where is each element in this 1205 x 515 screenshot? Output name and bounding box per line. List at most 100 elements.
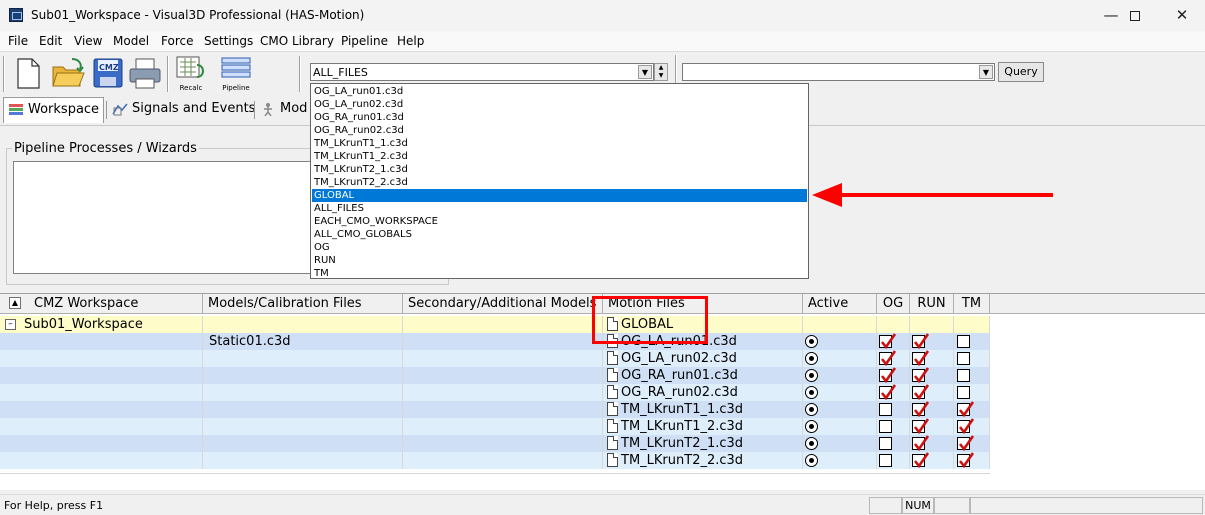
spin-up-icon[interactable]: ▲ [655, 64, 667, 72]
run-checkbox[interactable] [912, 435, 929, 451]
active-radio[interactable] [805, 454, 818, 467]
query-combo[interactable]: ▼ [682, 63, 995, 81]
menu-pipeline[interactable]: Pipeline [341, 34, 388, 48]
column-header-tm[interactable]: TM [954, 294, 990, 314]
new-file-button[interactable] [12, 55, 44, 93]
active-file-combo[interactable]: ALL_FILES ▼ [310, 63, 654, 81]
dropdown-item[interactable]: OG_LA_run02.c3d [312, 98, 807, 111]
motion-file-cell[interactable]: OG_LA_run02.c3d [603, 350, 803, 367]
tm-checkbox[interactable] [957, 418, 974, 434]
active-radio[interactable] [805, 335, 818, 348]
file-spin-control[interactable]: ▲ ▼ [654, 63, 668, 81]
tm-checkbox[interactable] [957, 386, 970, 399]
menu-file[interactable]: File [8, 34, 28, 48]
dropdown-item[interactable]: TM_LKrunT1_2.c3d [312, 150, 807, 163]
dropdown-item[interactable]: TM_LKrunT2_1.c3d [312, 163, 807, 176]
dropdown-item[interactable]: TM_LKrunT2_2.c3d [312, 176, 807, 189]
column-header-og[interactable]: OG [877, 294, 910, 314]
file-dropdown-list[interactable]: OG_LA_run01.c3d OG_LA_run02.c3d OG_RA_run0… [310, 83, 809, 279]
active-radio[interactable] [805, 386, 818, 399]
active-radio[interactable] [805, 352, 818, 365]
motion-file-cell[interactable]: TM_LKrunT2_2.c3d [603, 452, 803, 469]
run-checkbox[interactable] [912, 418, 929, 434]
menu-view[interactable]: View [74, 34, 102, 48]
dropdown-item[interactable]: ALL_CMO_GLOBALS [312, 228, 807, 241]
og-checkbox[interactable] [879, 350, 896, 366]
tm-checkbox[interactable] [957, 352, 970, 365]
close-button[interactable]: ✕ [1159, 0, 1205, 31]
menu-settings[interactable]: Settings [204, 34, 253, 48]
og-checkbox[interactable] [879, 367, 896, 383]
motion-file-cell[interactable]: TM_LKrunT1_2.c3d [603, 418, 803, 435]
dropdown-item[interactable]: TM [312, 267, 807, 280]
menu-edit[interactable]: Edit [39, 34, 62, 48]
run-checkbox[interactable] [912, 384, 929, 400]
print-button[interactable] [128, 55, 162, 93]
motion-file-cell[interactable]: OG_RA_run01.c3d [603, 367, 803, 384]
table-row[interactable]: TM_LKrunT1_2.c3d [0, 418, 990, 435]
run-checkbox[interactable] [912, 452, 929, 468]
table-row[interactable]: TM_LKrunT2_2.c3d [0, 452, 990, 469]
spin-down-icon[interactable]: ▼ [655, 72, 667, 80]
table-row[interactable]: OG_RA_run01.c3d [0, 367, 990, 384]
query-button[interactable]: Query [998, 62, 1044, 82]
column-header-secondary-models[interactable]: Secondary/Additional Models [403, 294, 603, 314]
dropdown-item[interactable]: RUN [312, 254, 807, 267]
workspace-row[interactable]: – Sub01_Workspace GLOBAL [0, 316, 990, 333]
dropdown-item[interactable]: OG_RA_run02.c3d [312, 124, 807, 137]
motion-file-cell[interactable]: OG_RA_run02.c3d [603, 384, 803, 401]
table-row[interactable]: OG_RA_run02.c3d [0, 384, 990, 401]
workspace-cell[interactable]: – Sub01_Workspace [0, 316, 203, 333]
recalc-button[interactable]: Recalc [173, 55, 209, 93]
open-file-button[interactable] [50, 55, 86, 93]
dropdown-item[interactable]: EACH_CMO_WORKSPACE [312, 215, 807, 228]
run-checkbox[interactable] [912, 401, 929, 417]
dropdown-item[interactable]: GLOBAL [312, 189, 807, 202]
menu-cmo-library[interactable]: CMO Library [260, 34, 334, 48]
dropdown-item[interactable]: OG_LA_run01.c3d [312, 85, 807, 98]
tm-checkbox[interactable] [957, 335, 970, 348]
dropdown-item[interactable]: OG [312, 241, 807, 254]
tm-checkbox[interactable] [957, 369, 970, 382]
menu-help[interactable]: Help [397, 34, 424, 48]
sort-icon[interactable]: ▲ [9, 297, 21, 309]
run-checkbox[interactable] [912, 333, 929, 349]
collapse-icon[interactable]: – [5, 319, 16, 330]
pipeline-button[interactable]: Pipeline [218, 55, 254, 93]
run-checkbox[interactable] [912, 350, 929, 366]
og-checkbox[interactable] [879, 454, 892, 467]
motion-file-cell[interactable]: TM_LKrunT2_1.c3d [603, 435, 803, 452]
dropdown-item[interactable]: ALL_FILES [312, 202, 807, 215]
active-radio[interactable] [805, 437, 818, 450]
active-radio[interactable] [805, 403, 818, 416]
chevron-down-icon[interactable]: ▼ [638, 65, 652, 79]
save-cmz-button[interactable]: CMZ [92, 55, 124, 93]
dropdown-item[interactable]: OG_RA_run01.c3d [312, 111, 807, 124]
tab-workspace[interactable]: Workspace [3, 97, 104, 123]
maximize-button[interactable] [1112, 0, 1158, 31]
table-row[interactable]: Static01.c3d OG_LA_run01.c3d [0, 333, 990, 350]
active-radio[interactable] [805, 369, 818, 382]
og-checkbox[interactable] [879, 384, 896, 400]
chevron-down-icon[interactable]: ▼ [979, 65, 993, 79]
table-row[interactable]: TM_LKrunT1_1.c3d [0, 401, 990, 418]
active-radio[interactable] [805, 420, 818, 433]
og-checkbox[interactable] [879, 403, 892, 416]
dropdown-item[interactable]: TM_LKrunT1_1.c3d [312, 137, 807, 150]
menu-model[interactable]: Model [113, 34, 149, 48]
column-header-models[interactable]: Models/Calibration Files [203, 294, 403, 314]
og-checkbox[interactable] [879, 333, 896, 349]
motion-file-cell[interactable]: TM_LKrunT1_1.c3d [603, 401, 803, 418]
tab-model[interactable]: Mod [256, 97, 310, 123]
column-header-run[interactable]: RUN [910, 294, 954, 314]
column-header-cmz-workspace[interactable]: ▲ CMZ Workspace [0, 294, 203, 314]
menu-force[interactable]: Force [161, 34, 193, 48]
og-checkbox[interactable] [879, 437, 892, 450]
tab-signals-and-events[interactable]: Signals and Events [108, 97, 255, 123]
table-row[interactable]: TM_LKrunT2_1.c3d [0, 435, 990, 452]
table-row[interactable]: OG_LA_run02.c3d [0, 350, 990, 367]
column-header-active[interactable]: Active [803, 294, 877, 314]
tm-checkbox[interactable] [957, 435, 974, 451]
tm-checkbox[interactable] [957, 401, 974, 417]
og-checkbox[interactable] [879, 420, 892, 433]
